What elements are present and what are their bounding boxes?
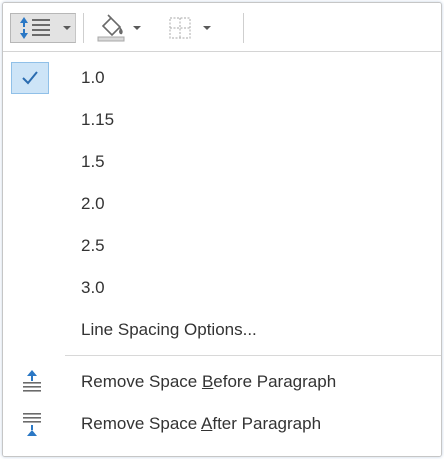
borders-grid-icon bbox=[167, 15, 193, 41]
spacing-option-1-0[interactable]: 1.0 bbox=[3, 58, 441, 98]
spacing-option-label: 3.0 bbox=[81, 278, 105, 297]
chevron-down-icon bbox=[203, 26, 211, 30]
line-spacing-options-label: Line Spacing Options... bbox=[81, 320, 257, 339]
spacing-option-label: 1.15 bbox=[81, 110, 115, 129]
line-spacing-dropdown-window: 1.0 1.15 1.5 2.0 2.5 3.0 Line Spacing Op… bbox=[2, 2, 442, 457]
line-spacing-button[interactable] bbox=[10, 13, 76, 43]
spacing-option-label: 2.5 bbox=[81, 236, 105, 255]
label-part: Remove Space bbox=[81, 372, 202, 391]
accelerator-key: A bbox=[201, 414, 213, 433]
spacing-option-2-0[interactable]: 2.0 bbox=[3, 184, 441, 224]
spacing-option-3-0[interactable]: 3.0 bbox=[3, 268, 441, 308]
line-spacing-options-item[interactable]: Line Spacing Options... bbox=[3, 310, 441, 350]
spacing-option-1-15[interactable]: 1.15 bbox=[3, 100, 441, 140]
remove-space-before-label: Remove Space Before Paragraph bbox=[81, 372, 336, 392]
remove-space-after-label: Remove Space After Paragraph bbox=[81, 414, 321, 434]
ribbon-toolbar bbox=[3, 3, 441, 51]
label-part: Remove Space bbox=[81, 414, 202, 433]
chevron-down-icon bbox=[133, 26, 141, 30]
chevron-down-icon bbox=[63, 26, 71, 30]
label-part: fter Paragraph bbox=[212, 414, 322, 433]
line-spacing-menu: 1.0 1.15 1.5 2.0 2.5 3.0 Line Spacing Op… bbox=[3, 51, 441, 456]
label-part: efore Paragraph bbox=[213, 372, 337, 391]
space-before-icon bbox=[13, 366, 51, 398]
line-spacing-icon bbox=[19, 15, 53, 41]
space-after-icon bbox=[13, 408, 51, 440]
spacing-option-label: 1.5 bbox=[81, 152, 105, 171]
spacing-option-1-5[interactable]: 1.5 bbox=[3, 142, 441, 182]
borders-button[interactable] bbox=[163, 13, 225, 43]
menu-divider bbox=[65, 355, 441, 356]
remove-space-after-item[interactable]: Remove Space After Paragraph bbox=[3, 404, 441, 444]
ribbon-separator bbox=[243, 13, 244, 43]
ribbon-separator bbox=[83, 13, 84, 43]
spacing-option-label: 2.0 bbox=[81, 194, 105, 213]
remove-space-before-item[interactable]: Remove Space Before Paragraph bbox=[3, 362, 441, 402]
accelerator-key: B bbox=[201, 372, 214, 391]
spacing-option-label: 1.0 bbox=[81, 68, 105, 87]
paint-bucket-icon bbox=[95, 14, 127, 42]
checkmark-icon bbox=[11, 62, 49, 94]
spacing-option-2-5[interactable]: 2.5 bbox=[3, 226, 441, 266]
shading-button[interactable] bbox=[91, 13, 157, 43]
